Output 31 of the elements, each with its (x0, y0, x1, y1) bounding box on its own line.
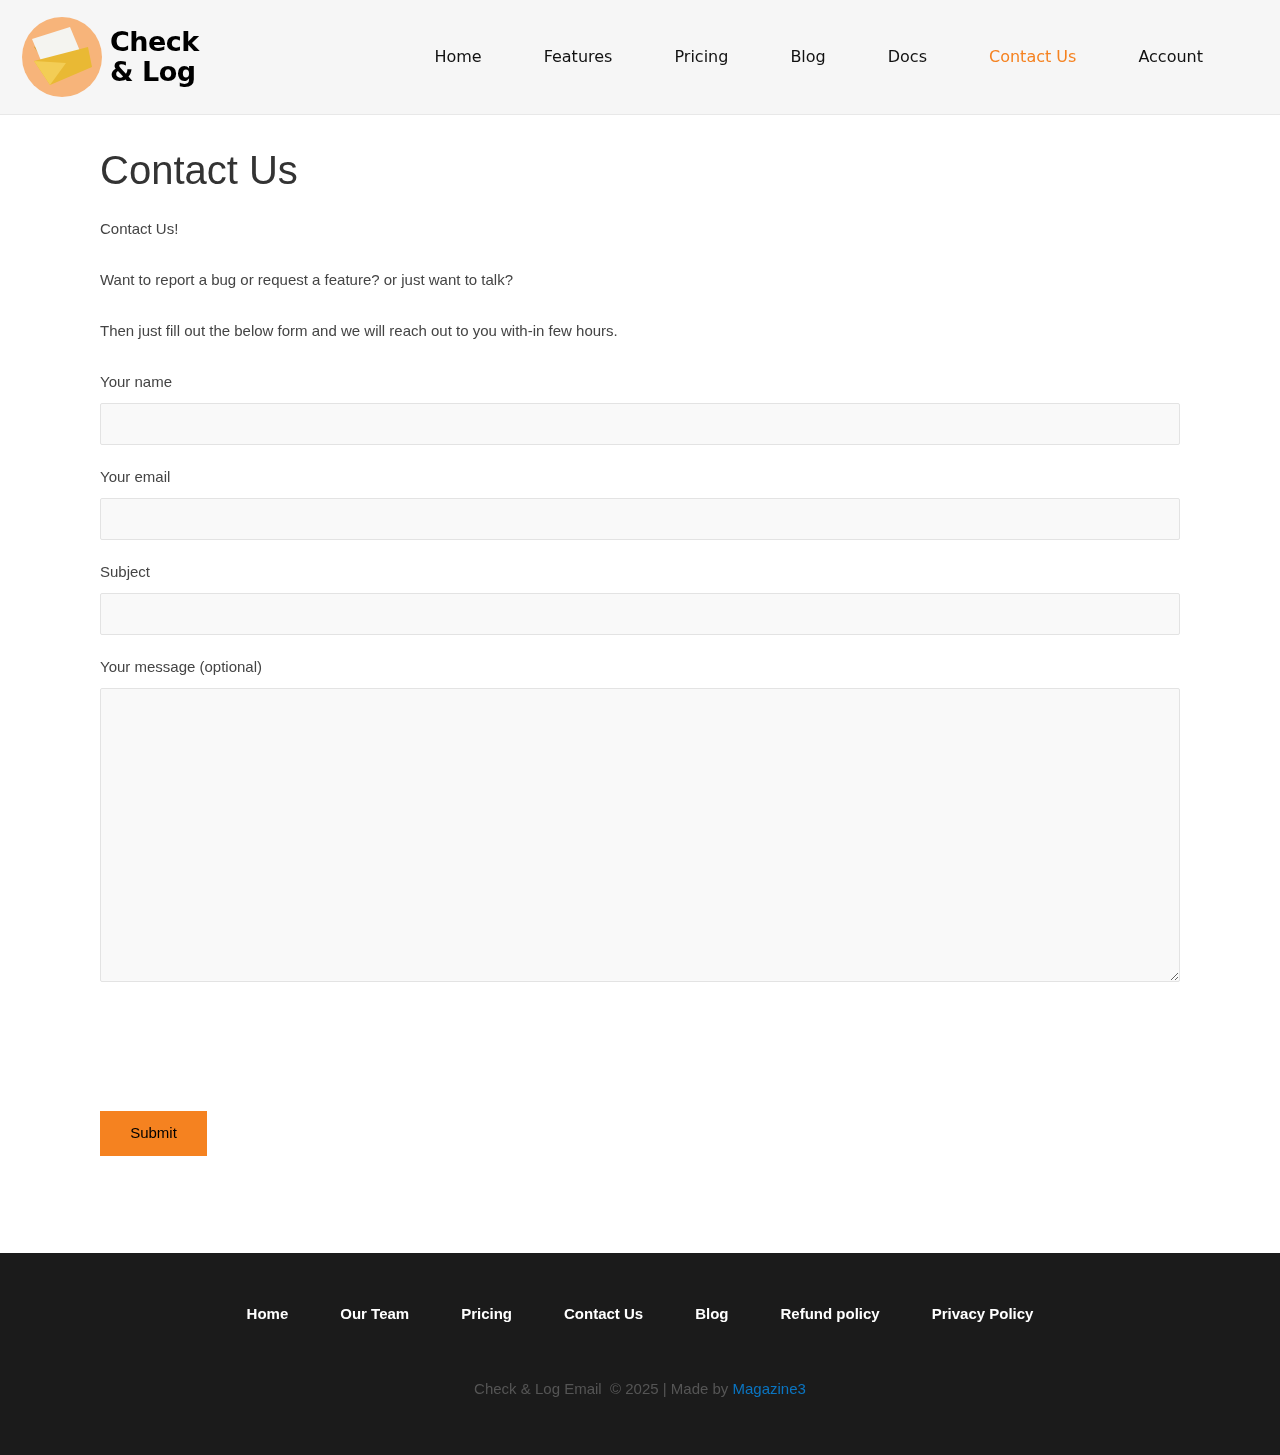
footer-link[interactable]: Contact Us (538, 1303, 670, 1326)
message-textarea[interactable] (100, 688, 1180, 982)
nav-link[interactable]: Account (1107, 45, 1234, 69)
envelope-logo-icon (22, 17, 102, 97)
footer-link[interactable]: Blog (669, 1303, 755, 1326)
submit-button[interactable]: Submit (100, 1111, 207, 1156)
page-title: Contact Us (100, 147, 299, 194)
paragraph-text: Then just fill out the below form and we will reach out to you with-in few hours. (100, 322, 619, 340)
field-label: Your message (optional) (100, 658, 264, 676)
input-field[interactable] (100, 403, 1180, 445)
logo-text: Check (110, 27, 199, 57)
nav-link[interactable]: Features (512, 45, 644, 69)
input-field[interactable] (100, 593, 1180, 635)
footer-link[interactable]: Privacy Policy (905, 1303, 1060, 1326)
field-label: Subject (100, 563, 152, 581)
paragraph-text: Want to report a bug or request a feature? or just want to talk? (100, 271, 514, 289)
footer-link[interactable]: Home (220, 1303, 315, 1326)
field-label: Your email (100, 468, 172, 486)
nav-link[interactable]: Pricing (643, 45, 760, 69)
logo-text: & Log (110, 57, 197, 87)
footer-link[interactable]: Refund policy (754, 1303, 906, 1326)
input-field[interactable] (100, 498, 1180, 540)
nav-link[interactable]: Home (403, 45, 513, 69)
nav-link[interactable]: Docs (856, 45, 958, 69)
credit-link[interactable]: Magazine3 (732, 1379, 806, 1397)
copyright-text: Check & Log Email © 2025 | Made by Magazine3 (473, 1378, 807, 1399)
field-label: Your name (100, 373, 173, 391)
footer-link[interactable]: Our Team (314, 1303, 436, 1326)
nav-link[interactable]: Blog (759, 45, 857, 69)
paragraph-text: Contact Us! (100, 220, 180, 238)
footer-link[interactable]: Pricing (435, 1303, 538, 1326)
